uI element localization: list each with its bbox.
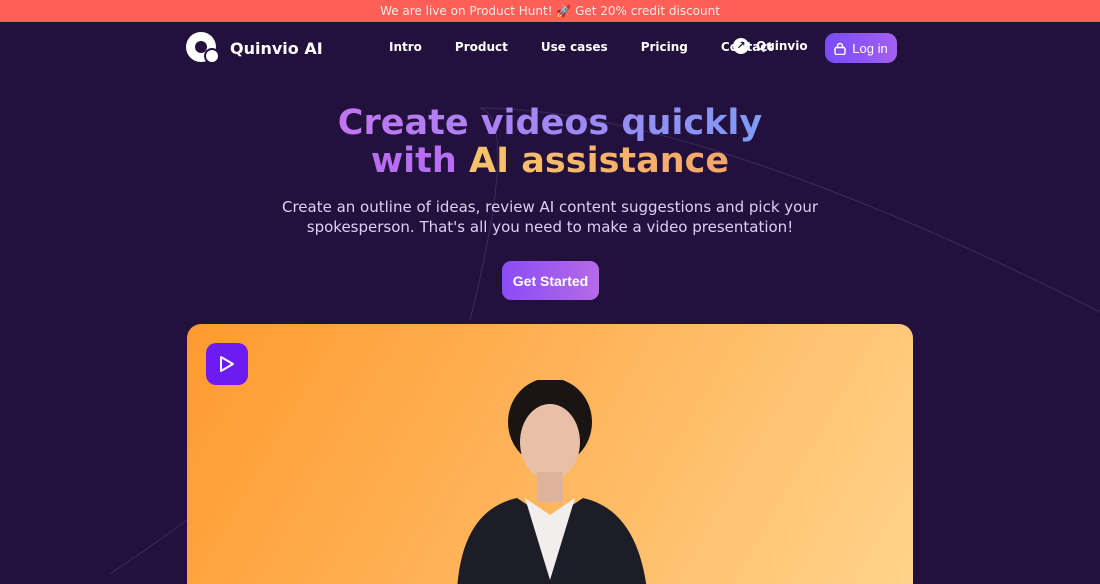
top-nav: Quinvio AI Intro Product Use cases Prici… bbox=[0, 22, 1100, 74]
nav-pricing[interactable]: Pricing bbox=[641, 40, 688, 54]
quinvio-link[interactable]: ↗ Quinvio bbox=[733, 38, 808, 54]
subtitle-line2: spokesperson. That's all you need to mak… bbox=[306, 218, 794, 236]
hero-title-line1: Create videos quickly bbox=[337, 103, 763, 143]
quinvio-label: Quinvio bbox=[756, 39, 808, 53]
arrow-up-right-icon: ↗ bbox=[733, 38, 749, 54]
lock-icon bbox=[834, 42, 846, 55]
hero-title: Create videos quickly with AI assistance bbox=[0, 104, 1100, 180]
play-icon bbox=[220, 356, 234, 372]
login-label: Log in bbox=[852, 40, 888, 56]
hero-title-with: with bbox=[370, 141, 457, 181]
logo-icon bbox=[186, 32, 220, 64]
subtitle-line1: Create an outline of ideas, review AI co… bbox=[281, 198, 819, 216]
nav-use-cases[interactable]: Use cases bbox=[541, 40, 608, 54]
nav-intro[interactable]: Intro bbox=[389, 40, 422, 54]
brand-name: Quinvio AI bbox=[230, 38, 323, 58]
hero-title-ai: AI assistance bbox=[469, 141, 730, 181]
get-started-button[interactable]: Get Started bbox=[502, 261, 599, 300]
hero-subtitle: Create an outline of ideas, review AI co… bbox=[0, 197, 1100, 237]
play-button[interactable] bbox=[206, 343, 248, 385]
spokesperson-avatar bbox=[457, 380, 647, 584]
nav-product[interactable]: Product bbox=[455, 40, 508, 54]
login-button[interactable]: Log in bbox=[825, 33, 897, 63]
video-player[interactable] bbox=[187, 324, 913, 584]
brand-logo[interactable]: Quinvio AI bbox=[186, 32, 323, 64]
